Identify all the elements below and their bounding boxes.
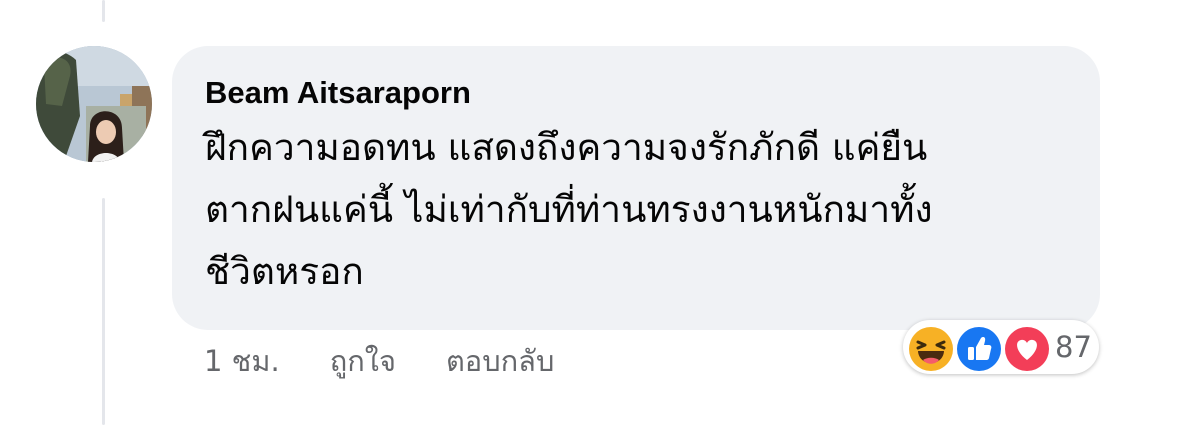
- thread-line: [102, 0, 105, 22]
- like-icon: [955, 325, 1003, 373]
- like-button[interactable]: ถูกใจ: [330, 338, 396, 384]
- comment-timestamp[interactable]: 1 ชม.: [204, 338, 280, 384]
- haha-icon: [907, 325, 955, 373]
- avatar[interactable]: [36, 46, 152, 162]
- comment-bubble: Beam Aitsaraporn ฝึกความอดทน แสดงถึงความ…: [172, 46, 1100, 330]
- comment-author[interactable]: Beam Aitsaraporn: [205, 73, 1070, 113]
- comment-actions: 1 ชม. ถูกใจ ตอบกลับ: [204, 338, 604, 384]
- reply-button[interactable]: ตอบกลับ: [446, 338, 554, 384]
- comment-thread: Beam Aitsaraporn ฝึกความอดทน แสดงถึงความ…: [0, 0, 1200, 425]
- reaction-summary[interactable]: 87: [903, 320, 1099, 374]
- thread-line: [102, 198, 105, 425]
- love-icon: [1003, 325, 1051, 373]
- reaction-count: 87: [1055, 330, 1092, 364]
- comment-text: ฝึกความอดทน แสดงถึงความจงรักภักดี แค่ยืน…: [205, 126, 933, 293]
